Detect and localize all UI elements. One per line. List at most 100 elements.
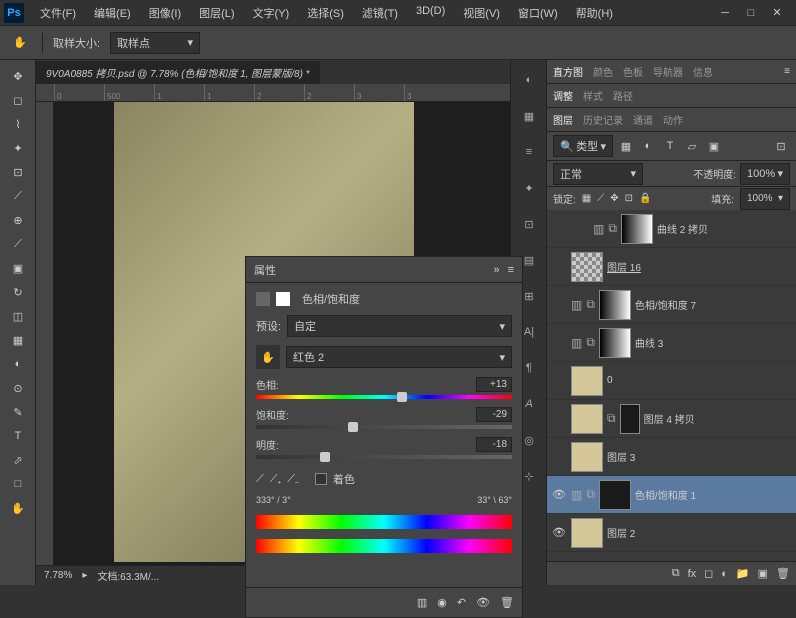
hand-tool[interactable]: ✋	[2, 496, 34, 520]
layer-row[interactable]: ⧉图层 4 拷贝	[547, 400, 796, 438]
tab-histogram[interactable]: 直方图	[553, 64, 583, 79]
collapse-icon[interactable]: »	[493, 264, 499, 276]
menu-view[interactable]: 视图(V)	[455, 1, 508, 25]
healing-tool[interactable]: ⊕	[2, 208, 34, 232]
visibility-toggle[interactable]	[551, 335, 567, 351]
properties-header[interactable]: 属性 » ≡	[246, 257, 522, 283]
menu-type[interactable]: 文字(Y)	[245, 1, 298, 25]
delete-icon[interactable]: 🗑	[500, 596, 514, 609]
filter-smart-icon[interactable]: ▣	[705, 137, 723, 155]
visibility-toggle[interactable]: 👁	[551, 525, 567, 541]
layer-thumbnail[interactable]	[571, 518, 603, 548]
hue-range-strip[interactable]	[256, 515, 512, 529]
filter-toggle[interactable]: ⊡	[772, 137, 790, 155]
lightness-value[interactable]: -18	[476, 437, 512, 452]
layer-name[interactable]: 0	[607, 375, 792, 386]
delete-layer-icon[interactable]: 🗑	[776, 567, 790, 580]
filter-pixel-icon[interactable]: ▦	[617, 137, 635, 155]
saturation-slider[interactable]	[256, 425, 512, 429]
targeted-adjustment-tool[interactable]: ✋	[256, 345, 280, 369]
brush-tool[interactable]: ⟋	[2, 232, 34, 256]
layer-thumbnail[interactable]	[571, 404, 603, 434]
eraser-tool[interactable]: ◫	[2, 304, 34, 328]
slider-thumb[interactable]	[348, 422, 358, 432]
magic-wand-tool[interactable]: ✦	[2, 136, 34, 160]
type-tool[interactable]: T	[2, 424, 34, 448]
minimize-button[interactable]: ─	[718, 6, 732, 20]
chevron-icon[interactable]: ▸	[82, 570, 87, 581]
layer-row[interactable]: 图层 16	[547, 248, 796, 286]
layer-thumbnail[interactable]	[599, 290, 631, 320]
hue-value[interactable]: +13	[476, 377, 512, 392]
channel-select[interactable]: 红色 2▾	[286, 346, 512, 368]
panel-menu-icon[interactable]: ≡	[508, 264, 514, 276]
document-tab[interactable]: 9V0A0885 拷贝.psd @ 7.78% (色相/饱和度 1, 图层蒙版/…	[36, 61, 320, 84]
tab-navigator[interactable]: 导航器	[653, 64, 683, 79]
layer-row[interactable]: 👁▥⧉色相/饱和度 1	[547, 476, 796, 514]
eyedropper-tool[interactable]: ⟋	[2, 184, 34, 208]
new-layer-icon[interactable]: ▣	[758, 567, 768, 580]
tab-adjustments[interactable]: 调整	[553, 88, 573, 103]
dodge-tool[interactable]: ⊙	[2, 376, 34, 400]
visibility-toggle[interactable]	[551, 411, 567, 427]
tab-actions[interactable]: 动作	[663, 112, 683, 127]
lock-artboard-icon[interactable]: ⊡	[625, 193, 633, 204]
clip-icon[interactable]: ▥	[417, 596, 427, 609]
menu-select[interactable]: 选择(S)	[299, 1, 352, 25]
history-brush-tool[interactable]: ↻	[2, 280, 34, 304]
menu-file[interactable]: 文件(F)	[32, 1, 84, 25]
layer-effects-icon[interactable]: fx	[688, 568, 697, 580]
hue-range-strip-2[interactable]	[256, 539, 512, 553]
mask-icon[interactable]	[276, 292, 290, 306]
layer-row[interactable]: ▥⧉曲线 3	[547, 324, 796, 362]
filter-type-icon[interactable]: T	[661, 137, 679, 155]
group-icon[interactable]: 📁	[736, 567, 750, 580]
tab-swatches[interactable]: 色板	[623, 64, 643, 79]
layer-row[interactable]: 0	[547, 362, 796, 400]
visibility-toggle[interactable]	[573, 221, 589, 237]
lightness-slider[interactable]	[256, 455, 512, 459]
zoom-level[interactable]: 7.78%	[44, 570, 72, 581]
layer-name[interactable]: 图层 2	[607, 525, 792, 540]
eyedropper-icon[interactable]: ⟋	[256, 473, 264, 486]
filter-type-select[interactable]: 🔍类型▾	[553, 135, 613, 157]
panel-icon-3[interactable]: ≡	[514, 138, 544, 166]
preset-select[interactable]: 自定▾	[287, 315, 512, 337]
tab-layers[interactable]: 图层	[553, 112, 573, 127]
panel-icon-5[interactable]: ⊡	[514, 210, 544, 238]
menu-layer[interactable]: 图层(L)	[191, 1, 242, 25]
fill-input[interactable]: 100%▾	[740, 188, 790, 210]
reset-icon[interactable]: ↶	[457, 596, 466, 609]
tab-color[interactable]: 颜色	[593, 64, 613, 79]
layer-name[interactable]: 图层 16	[607, 259, 792, 274]
layer-thumbnail[interactable]	[571, 366, 603, 396]
visibility-toggle[interactable]	[551, 373, 567, 389]
panel-icon-1[interactable]: ◐	[514, 66, 544, 94]
view-previous-icon[interactable]: ◉	[437, 596, 447, 609]
lock-all-icon[interactable]: 🔒	[639, 193, 651, 204]
layer-name[interactable]: 曲线 2 拷贝	[657, 221, 792, 236]
layer-row[interactable]: ▥⧉曲线 2 拷贝	[547, 210, 796, 248]
horizontal-ruler[interactable]: 0 500 1 1 2 2 3 3	[36, 84, 510, 102]
lock-pixels-icon[interactable]: ⟋	[597, 193, 604, 204]
tab-info[interactable]: 信息	[693, 64, 713, 79]
layer-mask-icon[interactable]: ◻	[704, 567, 713, 580]
filter-shape-icon[interactable]: ▱	[683, 137, 701, 155]
panel-menu-icon[interactable]: ≡	[784, 66, 790, 77]
layer-name[interactable]: 色相/饱和度 7	[635, 297, 792, 312]
layer-thumbnail[interactable]	[599, 480, 631, 510]
eyedropper-subtract-icon[interactable]: ⟋₋	[287, 473, 299, 486]
lasso-tool[interactable]: ⌇	[2, 112, 34, 136]
stamp-tool[interactable]: ▣	[2, 256, 34, 280]
panel-icon-4[interactable]: ✦	[514, 174, 544, 202]
eyedropper-add-icon[interactable]: ⟋₊	[270, 473, 282, 486]
lock-position-icon[interactable]: ✥	[610, 193, 618, 204]
layer-name[interactable]: 图层 3	[607, 449, 792, 464]
tab-styles[interactable]: 样式	[583, 88, 603, 103]
lock-transparency-icon[interactable]: ▦	[582, 193, 591, 204]
layer-row[interactable]: 👁 图层 2	[547, 514, 796, 552]
layer-thumbnail[interactable]	[571, 252, 603, 282]
menu-image[interactable]: 图像(I)	[141, 1, 189, 25]
vertical-ruler[interactable]	[36, 102, 54, 565]
visibility-toggle[interactable]	[551, 259, 567, 275]
